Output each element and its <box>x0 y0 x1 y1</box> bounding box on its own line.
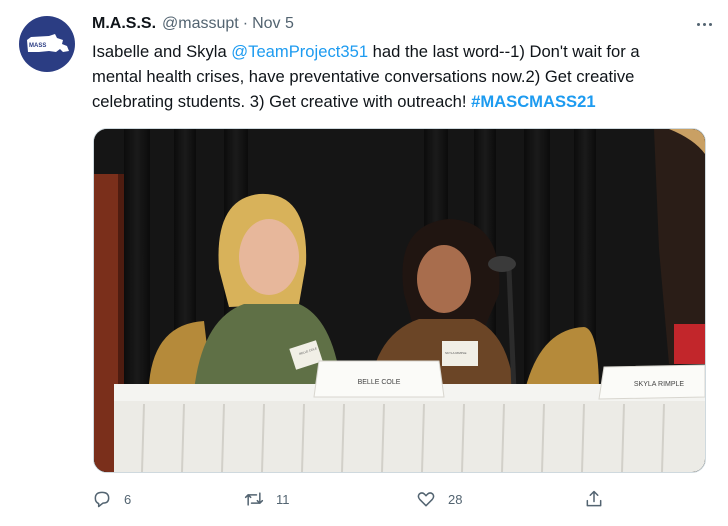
like-button[interactable]: 28 <box>416 484 462 514</box>
tweet-header: M.A.S.S. @massupt · Nov 5 <box>92 12 294 36</box>
avatar-text: MASS <box>29 43 46 49</box>
hashtag-link[interactable]: #MASCMASS21 <box>471 92 596 111</box>
tweet-text: Isabelle and Skyla @TeamProject351 had t… <box>92 39 712 114</box>
mention-link[interactable]: @TeamProject351 <box>231 42 368 61</box>
reply-count: 6 <box>124 491 132 507</box>
reply-button[interactable]: 6 <box>92 484 131 514</box>
retweet-button[interactable]: 11 <box>244 484 290 514</box>
tweet-text-part: had the last word--1) Don't wait for a <box>368 42 640 61</box>
avatar[interactable]: MASS <box>19 16 75 72</box>
display-name[interactable]: M.A.S.S. <box>92 15 156 33</box>
share-button[interactable] <box>584 484 604 514</box>
tweet-photo[interactable]: BELLE COLE SKYLA RIMPLE BELLE COLE SKYLA… <box>93 128 706 473</box>
tweet[interactable]: MASS M.A.S.S. @massupt · Nov 5 Isabelle … <box>0 0 728 526</box>
retweet-count: 11 <box>276 491 290 507</box>
massachusetts-map-icon: MASS <box>27 34 69 52</box>
name-card-left: BELLE COLE <box>358 379 401 386</box>
more-options-icon[interactable] <box>692 14 716 34</box>
tweet-text-part: Isabelle and Skyla <box>92 42 232 61</box>
retweet-icon <box>244 492 264 506</box>
name-badge-right: SKYLA RIMPLE <box>445 351 467 355</box>
tweet-date[interactable]: Nov 5 <box>252 15 294 33</box>
separator-dot: · <box>242 15 249 32</box>
tweet-actions: 6 11 28 <box>92 484 704 514</box>
like-count: 28 <box>448 491 463 507</box>
share-icon <box>586 490 602 507</box>
handle[interactable]: @massupt <box>162 15 239 33</box>
name-card-right: SKYLA RIMPLE <box>634 381 685 388</box>
tweet-text-line: mental health crises, have preventative … <box>92 67 635 86</box>
panel-photo: BELLE COLE SKYLA RIMPLE BELLE COLE SKYLA… <box>94 129 705 472</box>
heart-icon <box>417 492 435 507</box>
reply-icon <box>94 491 110 508</box>
tweet-text-part: celebrating students. 3) Get creative wi… <box>92 92 472 111</box>
